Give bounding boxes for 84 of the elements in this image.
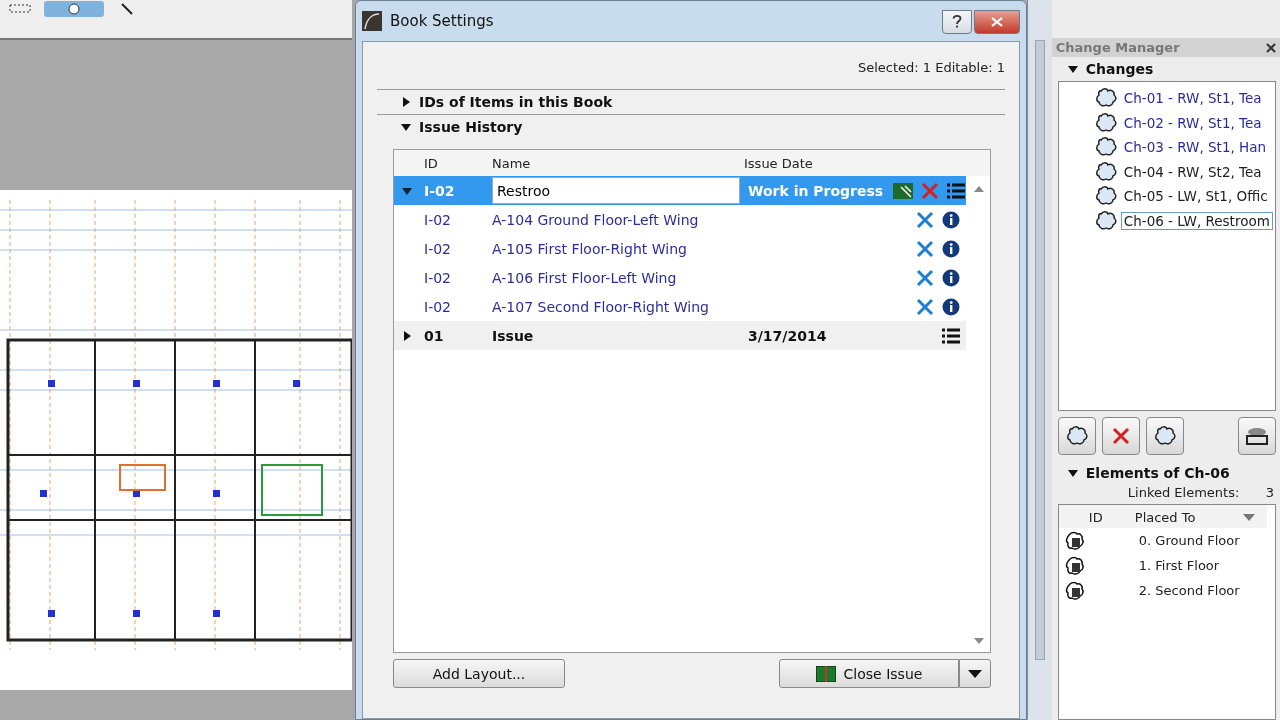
- elements-section-header[interactable]: Elements of Ch-06: [1057, 461, 1276, 485]
- link-change-button[interactable]: [1145, 417, 1184, 455]
- info-icon[interactable]: [942, 239, 960, 258]
- linked-elements-label: Linked Elements:: [1127, 485, 1240, 500]
- close-issue-button[interactable]: Close Issue: [779, 659, 959, 688]
- id-cell-text: I-02: [424, 182, 456, 199]
- column-header[interactable]: ID: [1088, 510, 1135, 525]
- element-icon: [1064, 555, 1085, 576]
- id-cell-text: I-02: [424, 269, 452, 286]
- settings-button[interactable]: [1238, 417, 1276, 455]
- date-cell-text: 3/17/2014: [747, 327, 828, 344]
- close-icon[interactable]: [1266, 42, 1276, 53]
- name-cell-text: A-105 First Floor-Right Wing: [492, 240, 688, 257]
- delete-icon[interactable]: [916, 268, 934, 287]
- section-header[interactable]: Issue History: [377, 114, 1005, 139]
- info-icon[interactable]: [942, 268, 960, 287]
- disclosure-triangle-icon: [401, 122, 411, 132]
- column-header[interactable]: Placed To: [1134, 510, 1243, 525]
- delete-icon[interactable]: [916, 210, 934, 229]
- app-logo-icon: [362, 11, 382, 31]
- section-header[interactable]: IDs of Items in this Book: [377, 89, 1005, 114]
- element-icon: [1064, 580, 1085, 601]
- disclosure-triangle-icon: [1067, 64, 1078, 74]
- name-cell-text: A-104 Ground Floor-Left Wing: [492, 211, 700, 228]
- change-item[interactable]: Ch-03 - RW, St1, Han: [1120, 138, 1270, 157]
- disclosure-triangle-icon: [401, 97, 411, 107]
- info-icon[interactable]: [942, 210, 960, 229]
- list-icon[interactable]: [947, 182, 966, 199]
- stack-icon: [1245, 426, 1269, 446]
- id-cell-text: 01: [424, 327, 445, 344]
- book-icon: [815, 665, 836, 682]
- change-item[interactable]: Ch-04 - RW, St2, Tea: [1120, 162, 1265, 181]
- cloud-icon: [1094, 185, 1117, 208]
- date-cell-text: Work in Progress: [747, 182, 884, 199]
- help-button[interactable]: [942, 10, 972, 34]
- issue-row[interactable]: I-02 Restroo Work in Progress: [394, 176, 966, 205]
- dropdown-button[interactable]: [959, 659, 991, 688]
- question-mark-icon: [952, 13, 962, 28]
- disclosure-triangle-icon: [1067, 468, 1078, 478]
- info-icon[interactable]: [942, 297, 960, 316]
- scroll-down-arrow-icon[interactable]: [974, 638, 984, 644]
- add-layout-button[interactable]: Add Layout...: [393, 659, 565, 688]
- name-cell-text: Issue: [492, 327, 535, 344]
- column-header[interactable]: ID: [424, 155, 492, 171]
- panel-title: Change Manager: [1055, 40, 1180, 55]
- change-item[interactable]: Ch-06 - LW, Restroom: [1120, 211, 1273, 230]
- caret-icon: [968, 669, 982, 678]
- cloud-icon: [1094, 136, 1117, 159]
- column-header[interactable]: Issue Date: [744, 155, 990, 171]
- name-cell-text: A-107 Second Floor-Right Wing: [492, 298, 710, 315]
- id-cell-text: I-02: [424, 240, 452, 257]
- list-icon[interactable]: [942, 327, 960, 344]
- close-icon: [991, 17, 1003, 27]
- marquee-icon[interactable]: [9, 4, 33, 14]
- floor-cell: 2. Second Floor: [1138, 583, 1240, 598]
- selection-info: Selected: 1 Editable: 1: [857, 60, 1005, 75]
- sort-caret-icon[interactable]: [1243, 514, 1255, 521]
- new-change-button[interactable]: [1057, 417, 1096, 455]
- issue-row[interactable]: 01 Issue 3/17/2014: [394, 321, 966, 350]
- window-title: Book Settings: [390, 12, 495, 30]
- change-item[interactable]: Ch-02 - RW, St1, Tea: [1120, 113, 1265, 132]
- change-item[interactable]: Ch-05 - LW, St1, Offic: [1120, 187, 1271, 206]
- name-input-field[interactable]: Restroo: [492, 177, 740, 204]
- cloud-icon: [1094, 87, 1117, 110]
- cloud-icon: [1094, 209, 1117, 232]
- delete-icon[interactable]: [1111, 427, 1130, 445]
- floor-cell: 0. Ground Floor: [1138, 533, 1240, 548]
- floor-cell: 1. First Floor: [1138, 558, 1220, 573]
- id-cell-text: I-02: [424, 211, 452, 228]
- change-item[interactable]: Ch-01 - RW, St1, Tea: [1120, 89, 1265, 108]
- id-cell-text: I-02: [424, 298, 452, 315]
- scrollbar[interactable]: [1034, 40, 1045, 660]
- linked-elements-count: 3: [1265, 485, 1274, 500]
- delete-icon[interactable]: [916, 297, 934, 316]
- column-header[interactable]: Name: [492, 155, 744, 171]
- cloud-icon: [1094, 111, 1117, 134]
- scroll-up-arrow-icon[interactable]: [974, 186, 984, 192]
- changes-section-header[interactable]: Changes: [1057, 57, 1276, 81]
- delete-icon[interactable]: [916, 239, 934, 258]
- element-icon: [1064, 530, 1085, 551]
- delete-change-button[interactable]: [1101, 417, 1140, 455]
- name-cell-text: A-106 First Floor-Left Wing: [492, 269, 678, 286]
- cloud-icon: [1094, 160, 1117, 183]
- close-button[interactable]: [974, 10, 1020, 34]
